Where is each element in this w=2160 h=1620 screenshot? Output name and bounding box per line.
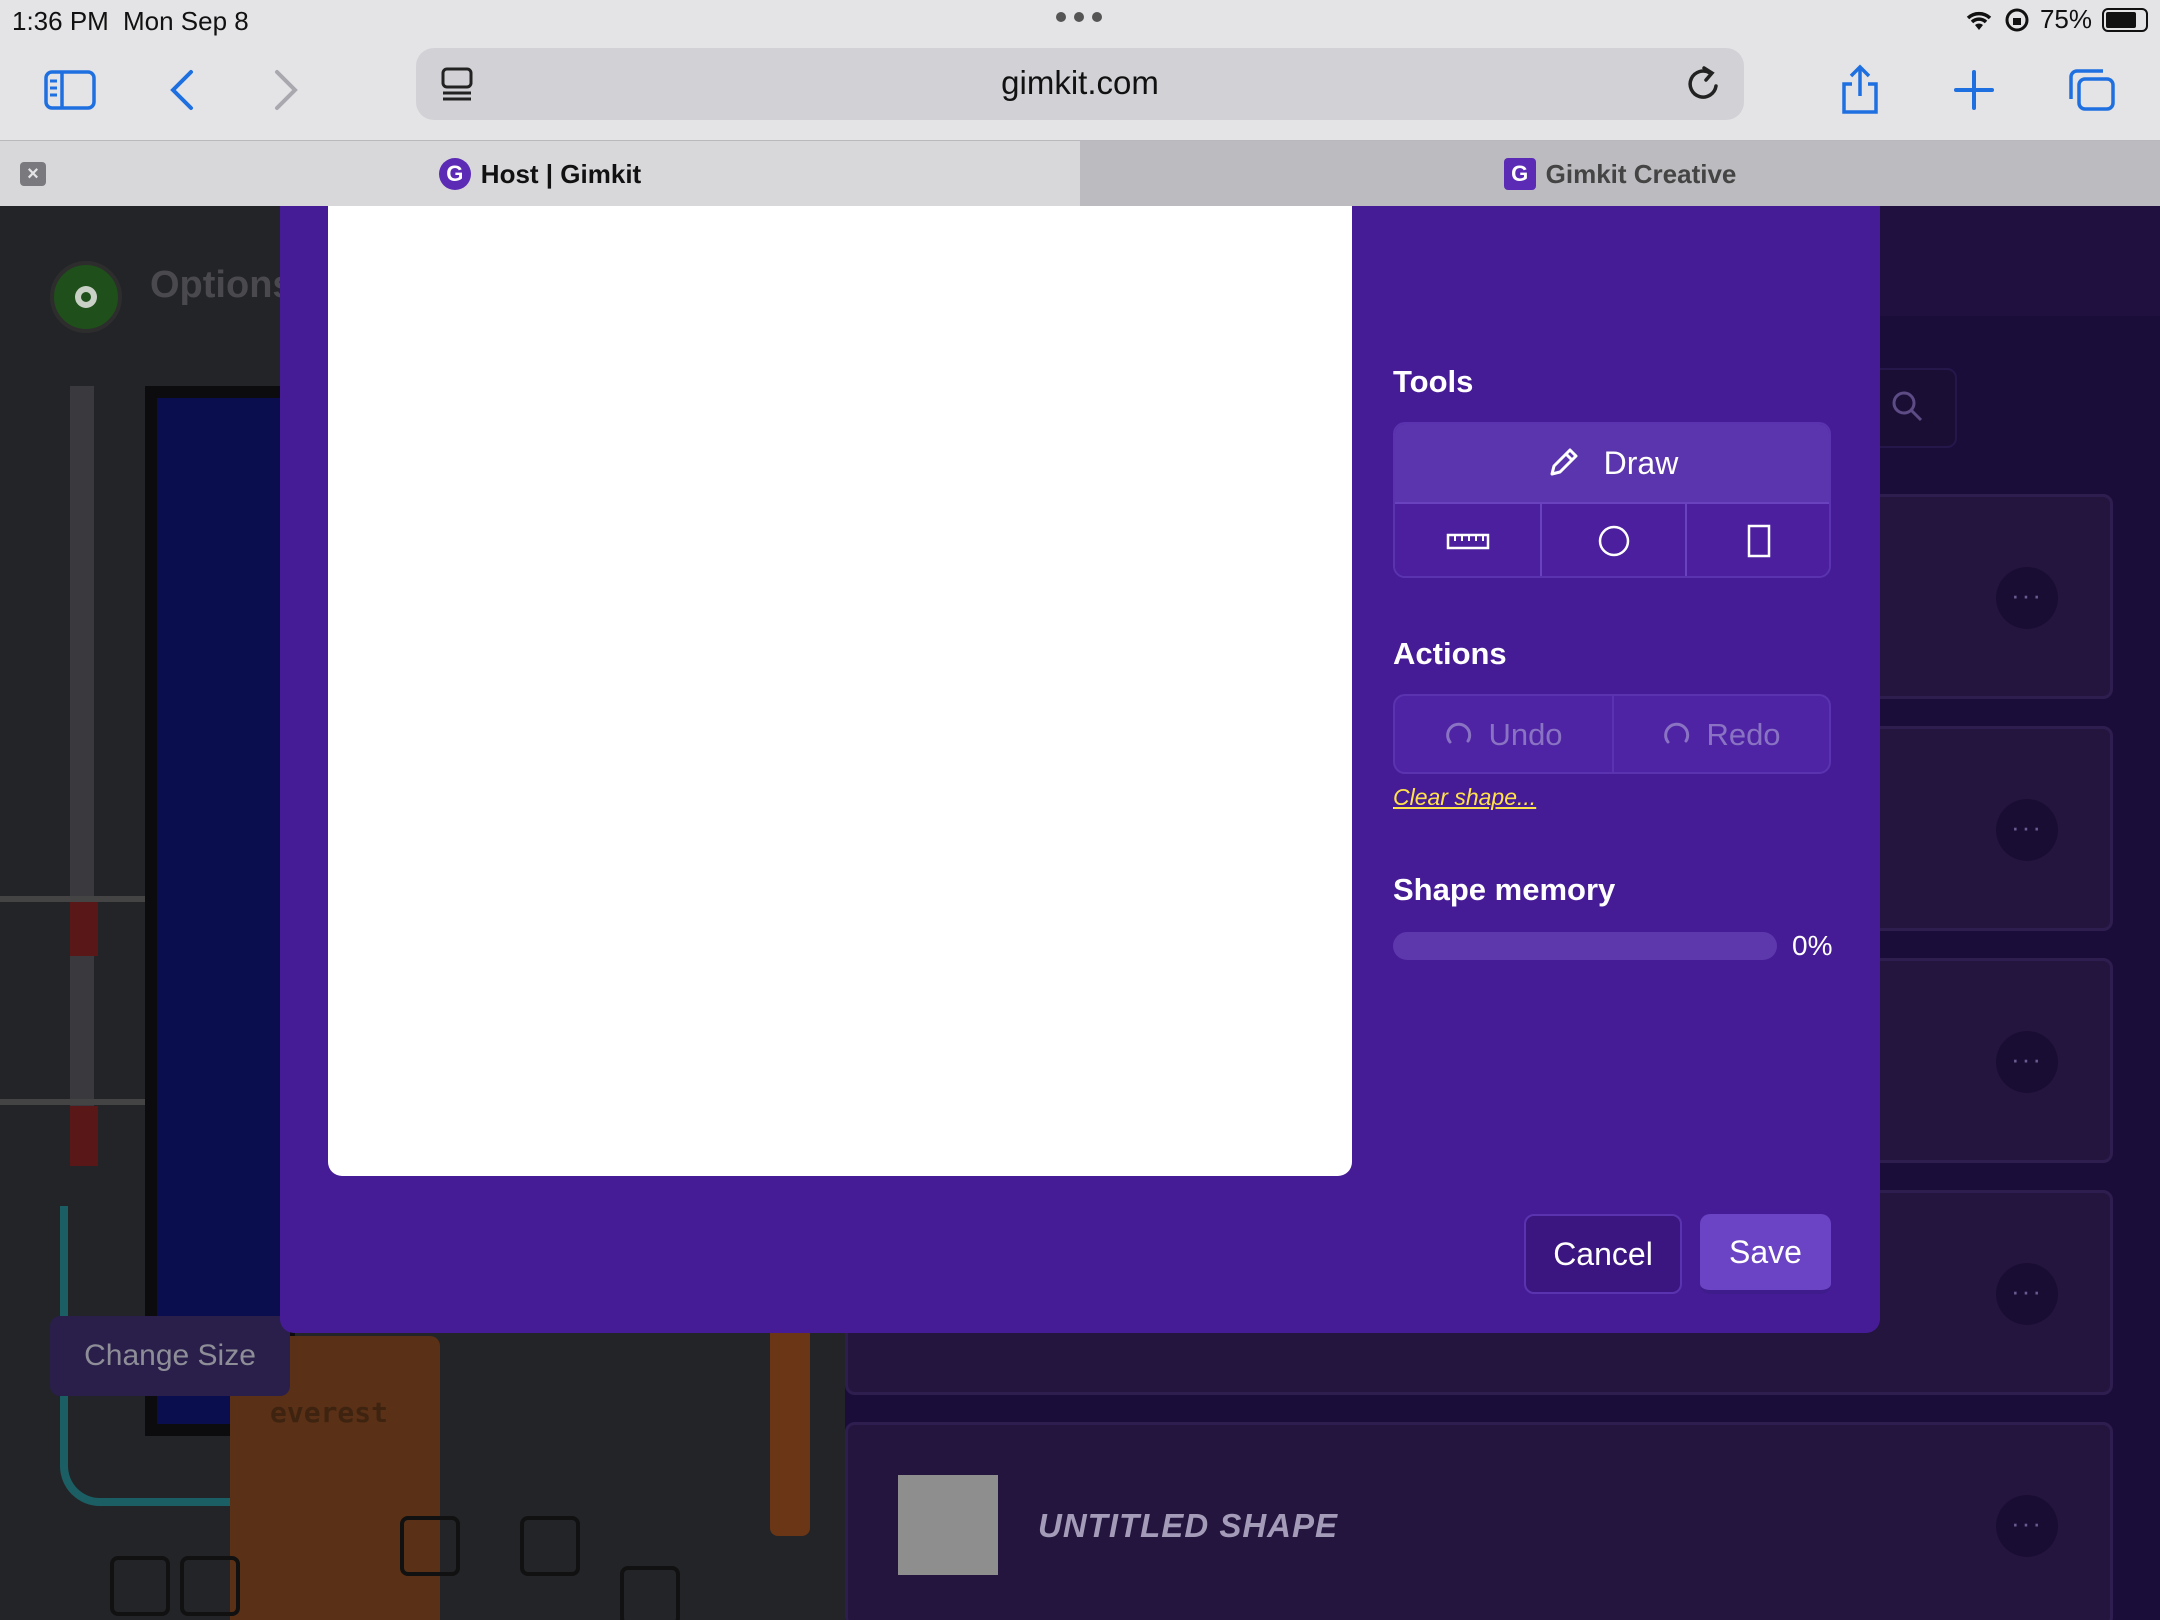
change-size-button[interactable]: Change Size [50, 1316, 290, 1396]
wifi-icon [1966, 11, 1992, 30]
drawing-canvas[interactable] [328, 206, 1352, 1176]
search-icon[interactable] [1889, 388, 1925, 424]
pencil-icon [1550, 448, 1578, 476]
status-right: 75% [1964, 4, 2148, 35]
options-button[interactable] [50, 261, 122, 333]
shape-memory-percent: 0% [1792, 930, 1833, 961]
shape-menu-button[interactable]: ··· [1996, 1031, 2058, 1093]
gear-icon [75, 286, 97, 308]
new-tab-icon[interactable] [1942, 58, 2006, 122]
ruler-tool-button[interactable] [1395, 502, 1540, 576]
map-wall [70, 386, 94, 1106]
options-label: Options [150, 264, 294, 306]
browser-toolbar: gimkit.com [0, 40, 2160, 140]
battery-percent: 75% [2039, 4, 2092, 34]
back-icon[interactable] [150, 58, 214, 122]
share-icon[interactable] [1828, 58, 1892, 122]
tab-gimkit-creative[interactable]: G Gimkit Creative [1080, 141, 2160, 207]
battery-icon [2102, 7, 2148, 32]
ruler-icon [1446, 533, 1489, 550]
rectangle-icon [1747, 524, 1770, 558]
undo-label: Undo [1488, 717, 1563, 752]
shape-editor-modal: Tools Draw Actions Undo Redo Clear shape… [280, 206, 1880, 1333]
draw-tool-button[interactable]: Draw [1395, 424, 1829, 502]
map-device-icons [0, 1516, 845, 1620]
save-button[interactable]: Save [1700, 1214, 1831, 1294]
shape-memory-bar [1393, 932, 1777, 960]
rectangle-tool-button[interactable] [1685, 502, 1829, 576]
redo-icon [1664, 722, 1690, 744]
redo-button[interactable]: Redo [1612, 696, 1829, 772]
sidebar-icon[interactable] [38, 58, 102, 122]
tab-bar: × G Host | Gimkit G Gimkit Creative [0, 140, 2160, 207]
tabs-overview-icon[interactable] [2060, 58, 2124, 122]
shape-thumbnail [898, 1475, 998, 1575]
shape-memory-title: Shape memory [1393, 872, 1616, 907]
circle-icon [1598, 525, 1629, 557]
status-time: 1:36 PM [12, 6, 109, 36]
tools-group: Draw [1393, 422, 1831, 578]
tools-title: Tools [1393, 364, 1474, 399]
tab-label: Host | Gimkit [480, 158, 642, 189]
close-tab-icon[interactable]: × [20, 162, 46, 186]
draw-label: Draw [1603, 444, 1679, 481]
actions-title: Actions [1393, 636, 1507, 671]
shape-menu-button[interactable]: ··· [1996, 567, 2058, 629]
undo-icon [1446, 722, 1472, 744]
status-date: Mon Sep 8 [123, 6, 249, 36]
tab-host-gimkit[interactable]: × G Host | Gimkit [0, 141, 1080, 207]
map-block [70, 1106, 98, 1166]
status-bar: 1:36 PM Mon Sep 8 75% [0, 0, 2160, 40]
reload-icon[interactable] [1684, 64, 1722, 104]
map-label: everest [270, 1396, 389, 1429]
clear-shape-link[interactable]: Clear shape... [1393, 784, 1536, 811]
shape-list-item[interactable]: UNTITLED SHAPE ··· [845, 1422, 2113, 1620]
shape-name: UNTITLED SHAPE [1038, 1507, 1339, 1544]
shape-menu-button[interactable]: ··· [1996, 799, 2058, 861]
undo-button[interactable]: Undo [1395, 696, 1612, 772]
shape-menu-button[interactable]: ··· [1996, 1495, 2058, 1557]
circle-tool-button[interactable] [1540, 502, 1685, 576]
redo-label: Redo [1706, 717, 1781, 752]
actions-group: Undo Redo [1393, 694, 1831, 774]
address-bar[interactable]: gimkit.com [416, 48, 1744, 120]
shape-menu-button[interactable]: ··· [1996, 1263, 2058, 1325]
multitasking-dots-icon[interactable] [1056, 12, 1102, 22]
forward-icon[interactable] [254, 58, 318, 122]
map-block [70, 896, 98, 956]
url-text: gimkit.com [1001, 64, 1159, 101]
tab-label: Gimkit Creative [1545, 158, 1737, 189]
gimkit-logo-icon: G [1503, 158, 1536, 190]
cancel-button[interactable]: Cancel [1524, 1214, 1682, 1294]
orientation-lock-icon [2005, 8, 2029, 31]
gimkit-logo-icon: G [438, 158, 471, 190]
